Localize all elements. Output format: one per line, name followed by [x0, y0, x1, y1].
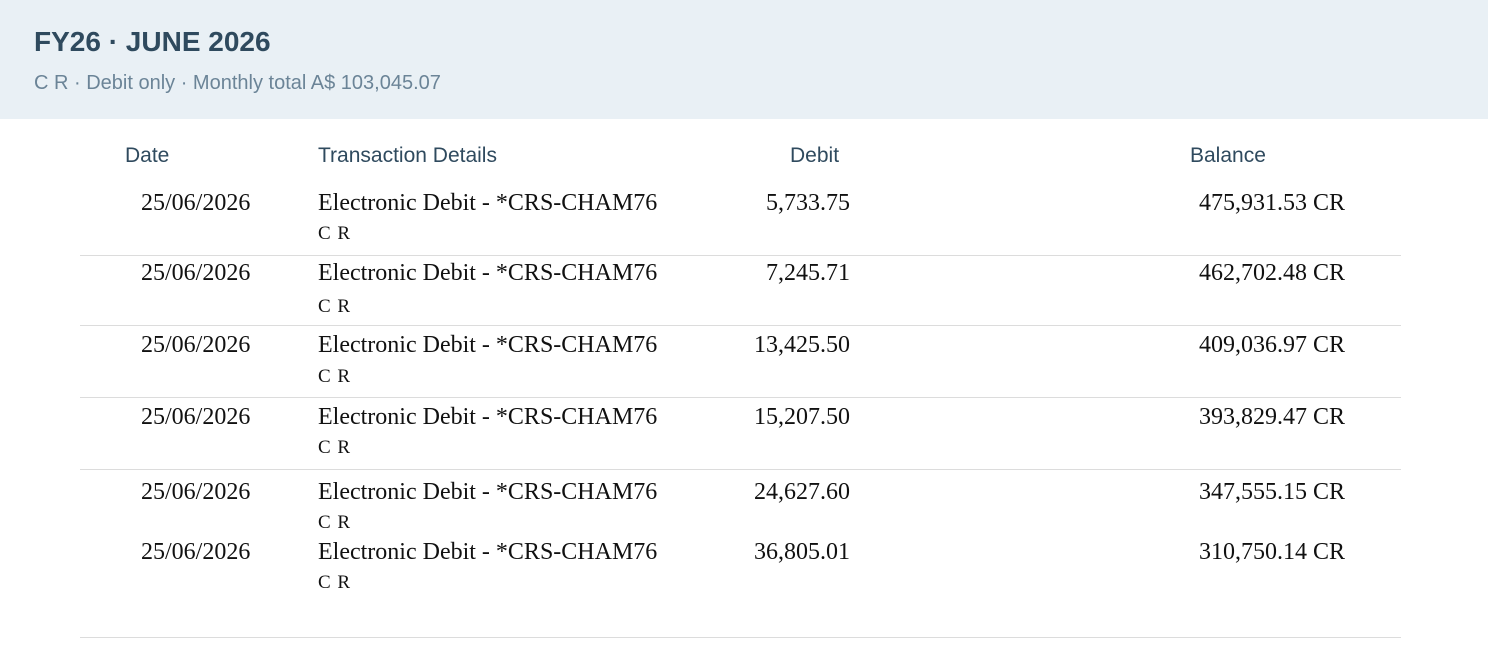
transaction-table: 25/06/2026 Electronic Debit - *CRS-CHAM7… [0, 0, 1488, 669]
row-balance: 462,702.48 CR [1198, 260, 1345, 286]
row-date: 25/06/2026 [141, 404, 251, 430]
row-date: 25/06/2026 [141, 539, 251, 565]
row-description: Electronic Debit - *CRS-CHAM76 [318, 190, 658, 216]
row-balance: 310,750.14 CR [1198, 539, 1345, 565]
row-sub-label: C R [318, 366, 352, 387]
row-balance: 347,555.15 CR [1198, 479, 1345, 505]
row-debit: 24,627.60 [754, 479, 850, 505]
row-debit: 15,207.50 [754, 404, 850, 430]
row-balance: 409,036.97 CR [1198, 332, 1345, 358]
row-description: Electronic Debit - *CRS-CHAM76 [318, 479, 658, 505]
row-sub-label: C R [318, 223, 352, 244]
row-description: Electronic Debit - *CRS-CHAM76 [318, 332, 658, 358]
row-description: Electronic Debit - *CRS-CHAM76 [318, 404, 658, 430]
row-date: 25/06/2026 [141, 332, 251, 358]
row-divider [80, 469, 1401, 470]
row-date: 25/06/2026 [141, 260, 251, 286]
table-bottom-divider [80, 637, 1401, 638]
row-divider [80, 397, 1401, 398]
row-date: 25/06/2026 [141, 479, 251, 505]
row-description: Electronic Debit - *CRS-CHAM76 [318, 260, 658, 286]
row-debit: 5,733.75 [766, 190, 850, 216]
row-balance: 393,829.47 CR [1198, 404, 1345, 430]
row-description: Electronic Debit - *CRS-CHAM76 [318, 539, 658, 565]
row-date: 25/06/2026 [141, 190, 251, 216]
row-balance: 475,931.53 CR [1198, 190, 1345, 216]
row-sub-label: C R [318, 572, 352, 593]
row-divider [80, 255, 1401, 256]
row-sub-label: C R [318, 512, 352, 533]
row-debit: 36,805.01 [754, 539, 850, 565]
row-sub-label: C R [318, 437, 352, 458]
row-debit: 13,425.50 [754, 332, 850, 358]
row-divider [80, 325, 1401, 326]
row-sub-label: C R [318, 296, 352, 317]
row-debit: 7,245.71 [766, 260, 850, 286]
